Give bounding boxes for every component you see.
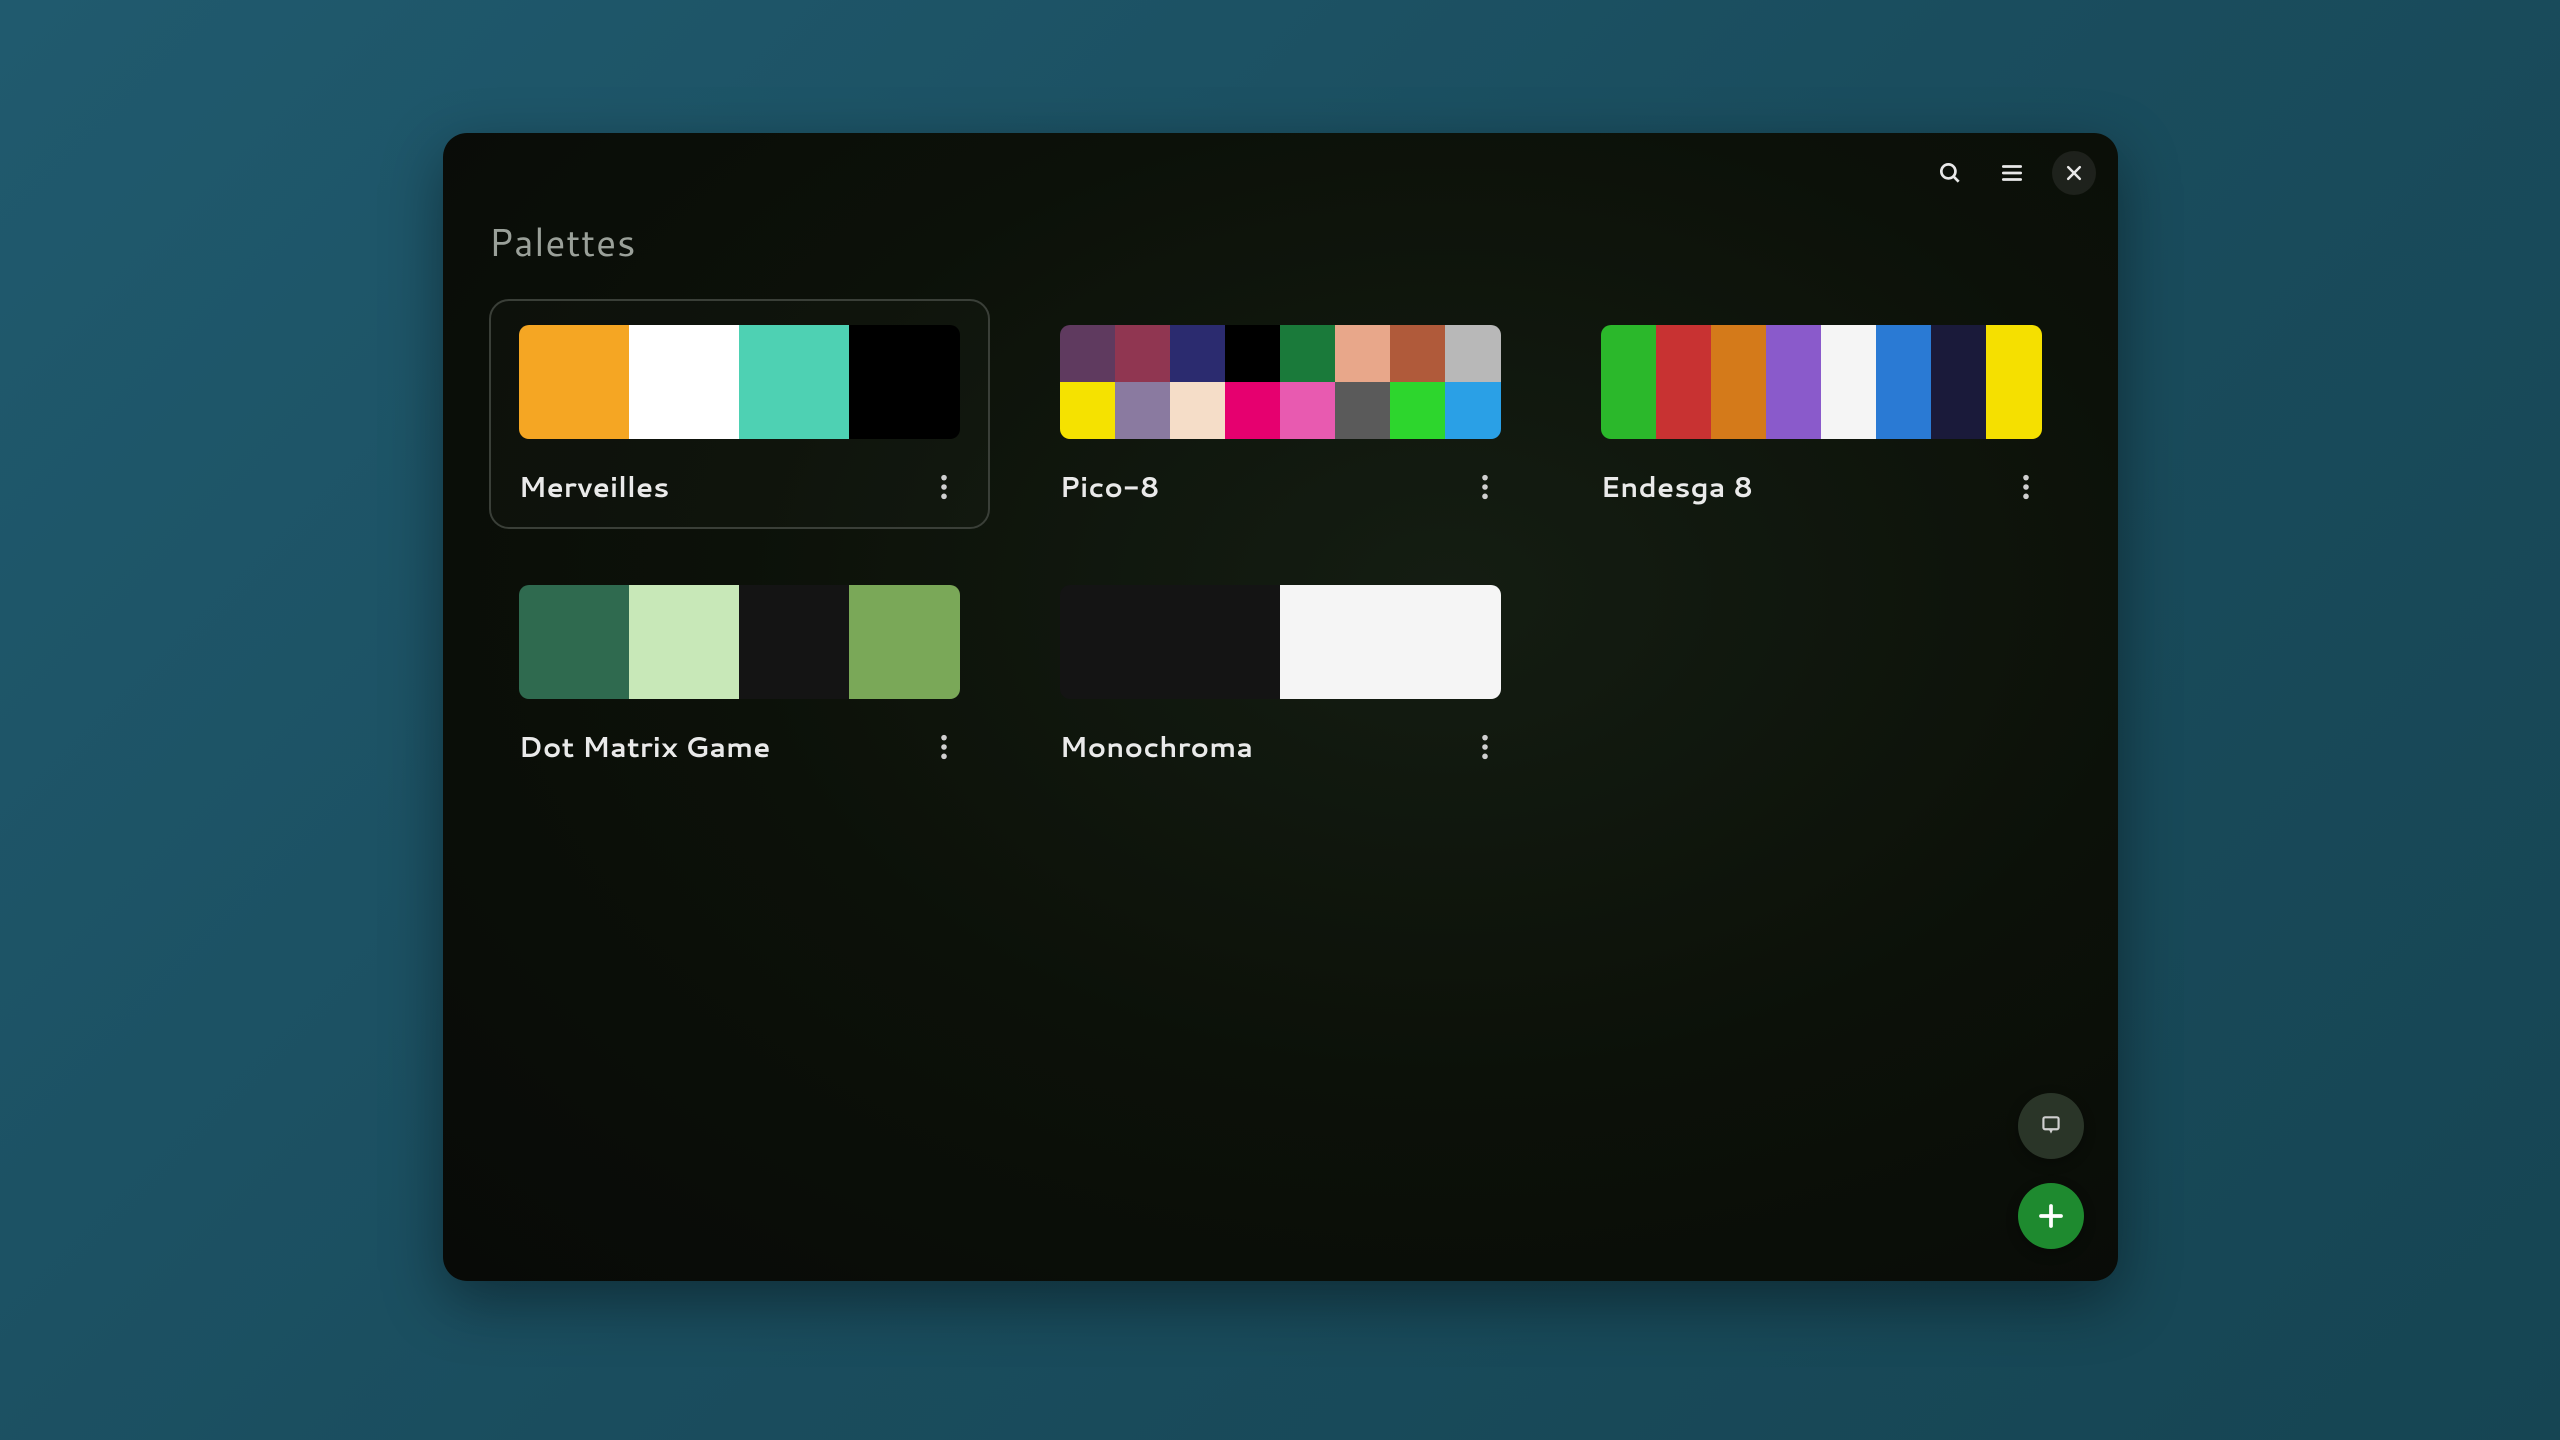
content-area: Palettes Merveilles Pico-8 Endesga 8 Dot…	[443, 195, 2118, 789]
palette-swatches	[1060, 325, 1501, 439]
app-window: Palettes Merveilles Pico-8 Endesga 8 Dot…	[443, 133, 2118, 1281]
color-swatch	[1060, 585, 1281, 699]
palette-card[interactable]: Dot Matrix Game	[489, 559, 990, 789]
palette-swatches	[519, 325, 960, 439]
palette-footer: Monochroma	[1060, 727, 1501, 767]
close-icon	[2064, 163, 2084, 183]
color-swatch	[1766, 325, 1821, 439]
more-vert-icon	[2022, 473, 2030, 501]
color-swatch	[1335, 382, 1390, 439]
color-swatch	[1656, 325, 1711, 439]
palette-name: Monochroma	[1060, 727, 1254, 767]
menu-icon	[1999, 160, 2025, 186]
plus-icon	[2036, 1201, 2066, 1231]
color-swatch	[1821, 325, 1876, 439]
color-swatch	[629, 325, 739, 439]
more-vert-icon	[1481, 473, 1489, 501]
palette-card[interactable]: Endesga 8	[1571, 299, 2072, 529]
color-swatch	[1711, 325, 1766, 439]
color-swatch	[1445, 382, 1500, 439]
color-swatch	[1335, 325, 1390, 382]
palette-card[interactable]: Monochroma	[1030, 559, 1531, 789]
palette-footer: Pico-8	[1060, 467, 1501, 507]
palette-grid: Merveilles Pico-8 Endesga 8 Dot Matrix G…	[489, 299, 2072, 789]
color-swatch	[1115, 382, 1170, 439]
more-vert-icon	[1481, 733, 1489, 761]
palette-more-button[interactable]	[2010, 471, 2042, 503]
palette-name: Endesga 8	[1601, 467, 1754, 507]
palette-more-button[interactable]	[1469, 731, 1501, 763]
palette-footer: Merveilles	[519, 467, 960, 507]
color-swatch	[739, 325, 849, 439]
palette-name: Merveilles	[519, 467, 670, 507]
palette-more-button[interactable]	[1469, 471, 1501, 503]
more-vert-icon	[940, 473, 948, 501]
more-vert-icon	[940, 733, 948, 761]
color-picker-button[interactable]	[2018, 1093, 2084, 1159]
color-swatch	[1280, 585, 1501, 699]
palette-footer: Dot Matrix Game	[519, 727, 960, 767]
search-icon	[1937, 160, 1963, 186]
add-palette-button[interactable]	[2018, 1183, 2084, 1249]
color-swatch	[1986, 325, 2041, 439]
color-swatch	[1280, 325, 1335, 382]
color-swatch	[1225, 382, 1280, 439]
palette-name: Dot Matrix Game	[519, 727, 771, 767]
color-swatch	[849, 585, 959, 699]
palette-card[interactable]: Pico-8	[1030, 299, 1531, 529]
page-title: Palettes	[489, 215, 2072, 269]
palette-more-button[interactable]	[928, 731, 960, 763]
palette-name: Pico-8	[1060, 467, 1160, 507]
color-swatch	[739, 585, 849, 699]
color-swatch	[1170, 325, 1225, 382]
color-swatch	[1280, 382, 1335, 439]
color-swatch	[519, 325, 629, 439]
color-swatch	[849, 325, 959, 439]
color-swatch	[1060, 325, 1115, 382]
search-button[interactable]	[1928, 151, 1972, 195]
titlebar	[443, 133, 2118, 195]
color-swatch	[1601, 325, 1656, 439]
close-button[interactable]	[2052, 151, 2096, 195]
color-swatch	[1225, 325, 1280, 382]
fab-container	[2018, 1093, 2084, 1249]
color-swatch	[1390, 382, 1445, 439]
color-swatch	[1115, 325, 1170, 382]
color-swatch	[1060, 382, 1115, 439]
palette-swatches	[519, 585, 960, 699]
color-swatch	[629, 585, 739, 699]
color-swatch	[519, 585, 629, 699]
color-swatch	[1931, 325, 1986, 439]
color-swatch	[1445, 325, 1500, 382]
color-swatch	[1170, 382, 1225, 439]
palette-swatches	[1060, 585, 1501, 699]
palette-more-button[interactable]	[928, 471, 960, 503]
color-swatch	[1390, 325, 1445, 382]
palette-footer: Endesga 8	[1601, 467, 2042, 507]
palette-card[interactable]: Merveilles	[489, 299, 990, 529]
menu-button[interactable]	[1990, 151, 2034, 195]
color-picker-icon	[2038, 1113, 2064, 1139]
palette-swatches	[1601, 325, 2042, 439]
color-swatch	[1876, 325, 1931, 439]
